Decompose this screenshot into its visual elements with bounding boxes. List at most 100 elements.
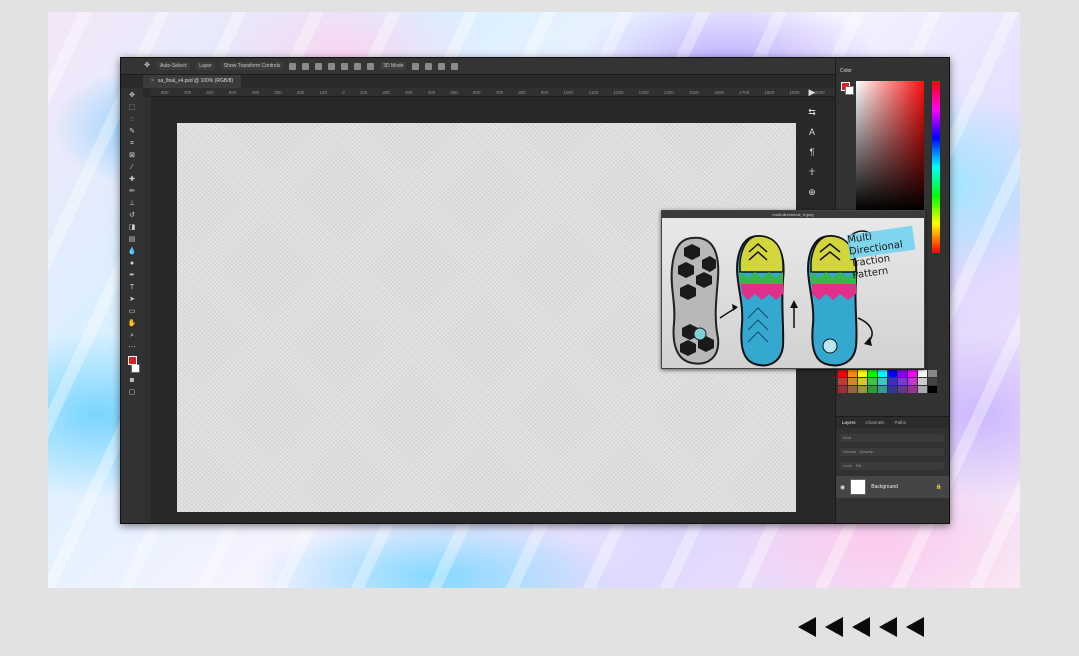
color-swatch[interactable] [848,370,857,377]
back-arrow-icon[interactable] [852,617,870,637]
move-icon[interactable]: ✥ [128,92,136,100]
show-transform-controls-checkbox[interactable]: Show Transform Controls [220,62,284,70]
gradient-icon[interactable]: ▤ [128,236,136,244]
crop-icon[interactable]: ⌗ [128,140,136,148]
clone-stamp-icon[interactable]: ⊥ [128,200,136,208]
color-swatch[interactable] [888,378,897,385]
slide-icon[interactable] [451,62,459,70]
color-panel-tab[interactable]: Color [840,68,852,74]
ruler-tick-label: 600 [206,90,214,95]
align-right-icon[interactable] [315,62,323,70]
history-brush-icon[interactable]: ↺ [128,212,136,220]
roll-icon[interactable] [425,62,433,70]
align-top-icon[interactable] [328,62,336,70]
visibility-eye-icon[interactable]: ◉ [840,484,845,491]
hue-slider[interactable] [932,81,940,253]
tab-channels[interactable]: Channels [866,420,885,425]
orbit-icon[interactable] [412,62,420,70]
color-swatch[interactable] [928,370,937,377]
paragraph-icon[interactable]: ¶ [810,147,815,157]
tab-layers[interactable]: Layers [842,420,856,425]
pan-icon[interactable] [438,62,446,70]
color-swatch[interactable] [888,386,897,393]
color-swatch[interactable] [858,370,867,377]
dodge-icon[interactable]: ● [128,260,136,268]
brush-icon[interactable]: ✏ [128,188,136,196]
ruler-tick-label: 700 [495,90,504,95]
align-left-icon[interactable] [289,62,297,70]
color-swatch[interactable] [868,370,877,377]
color-swatch[interactable] [918,370,927,377]
back-arrow-icon[interactable] [879,617,897,637]
zoom-icon[interactable]: ⌕ [128,332,136,340]
color-swatch[interactable] [848,386,857,393]
more-tools-icon[interactable]: ⋯ [128,344,136,352]
color-swatch[interactable] [898,378,907,385]
align-center-icon[interactable] [302,62,310,70]
ruler-tick-label: 1200 [613,90,624,95]
quick-mask-icon[interactable]: ◙ [128,377,136,385]
color-swatch[interactable] [838,378,847,385]
lasso-icon[interactable]: ◌ [128,116,136,124]
back-arrow-icon[interactable] [825,617,843,637]
pen-icon[interactable]: ✒ [128,272,136,280]
foreground-color-swatch[interactable] [127,356,137,365]
move-tool-icon[interactable]: ✥ [143,62,151,70]
healing-brush-icon[interactable]: ✚ [128,176,136,184]
distribute-icon[interactable] [367,62,375,70]
swap-icon[interactable]: ⇆ [808,107,816,117]
color-swatch[interactable] [908,378,917,385]
screen-mode-icon[interactable]: ▢ [128,389,136,397]
color-swatch[interactable] [878,386,887,393]
align-bottom-icon[interactable] [354,62,362,70]
panel-background-swatch[interactable] [845,86,854,95]
color-picker-field[interactable] [856,81,924,211]
color-swatch[interactable] [868,386,877,393]
lock-controls[interactable]: Lock: Fill: [840,462,944,470]
play-icon[interactable]: ▶ [809,87,816,97]
eyedropper-icon[interactable]: ⁄ [128,164,136,172]
back-arrow-icon[interactable] [906,617,924,637]
color-swatch[interactable] [878,378,887,385]
background-color-swatch[interactable] [130,364,140,373]
blend-mode-select[interactable]: Normal Opacity: [840,448,944,456]
path-selection-icon[interactable]: ➤ [128,296,136,304]
color-swatch[interactable] [858,378,867,385]
auto-select-dropdown[interactable]: Layer [196,62,215,70]
color-swatch[interactable] [898,386,907,393]
blur-icon[interactable]: 💧 [128,248,137,256]
color-swatch[interactable] [928,378,937,385]
type-icon[interactable]: T [128,284,136,292]
tab-paths[interactable]: Paths [895,420,907,425]
color-swatch[interactable] [858,386,867,393]
glyphs-icon[interactable]: ☥ [809,167,816,177]
hand-icon[interactable]: ✋ [128,320,137,328]
color-swatch[interactable] [908,370,917,377]
color-swatch[interactable] [868,378,877,385]
color-swatch[interactable] [918,386,927,393]
auto-select-checkbox[interactable]: Auto-Select: [157,62,191,70]
color-swatch[interactable] [918,378,927,385]
rectangle-icon[interactable]: ▭ [128,308,136,316]
document-tab[interactable]: × sa_final_v4.psd @ 100% (RGB/8) [143,75,242,88]
libraries-icon[interactable]: ⊕ [808,187,816,197]
layer-row-background[interactable]: ◉ Background 🔒 [836,476,949,498]
character-icon[interactable]: A [809,127,815,137]
color-swatch[interactable] [908,386,917,393]
color-swatch[interactable] [838,386,847,393]
back-arrow-icon[interactable] [798,617,816,637]
color-swatch[interactable] [928,386,937,393]
marquee-icon[interactable]: ⬚ [128,104,136,112]
color-swatch[interactable] [838,370,847,377]
color-swatch[interactable] [848,378,857,385]
layer-kind-filter[interactable]: Kind [840,434,944,442]
color-swatch[interactable] [898,370,907,377]
eraser-icon[interactable]: ◨ [128,224,136,232]
close-icon[interactable]: × [151,78,154,84]
color-swatch[interactable] [878,370,887,377]
color-swatch[interactable] [888,370,897,377]
reference-image-window[interactable]: multi-directional_tf.jpeg Multi Directio… [661,210,925,369]
align-middle-icon[interactable] [341,62,349,70]
quick-select-icon[interactable]: ✎ [128,128,136,136]
frame-icon[interactable]: ⊠ [128,152,136,160]
